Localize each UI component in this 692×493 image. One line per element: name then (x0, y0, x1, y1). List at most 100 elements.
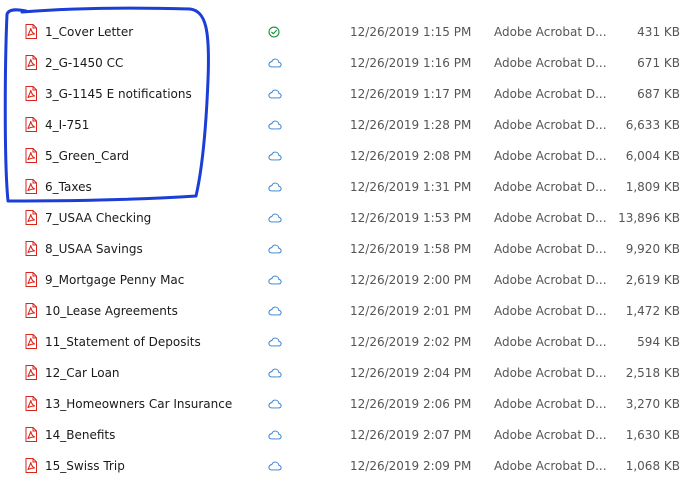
file-size: 2,518 KB (625, 366, 680, 380)
cloud-icon (268, 57, 282, 69)
cloud-icon (268, 305, 282, 317)
file-name[interactable]: 9_Mortgage Penny Mac (45, 273, 184, 287)
file-date-modified: 12/26/2019 2:08 PM (350, 149, 472, 163)
file-date-modified: 12/26/2019 2:06 PM (350, 397, 472, 411)
file-size: 9,920 KB (625, 242, 680, 256)
file-size: 13,896 KB (618, 211, 680, 225)
file-row[interactable]: 12_Car Loan 12/26/2019 2:04 PM Adobe Acrob… (0, 358, 692, 389)
file-name[interactable]: 13_Homeowners Car Insurance (45, 397, 232, 411)
pdf-file-icon (25, 241, 37, 256)
file-size: 1,809 KB (625, 180, 680, 194)
cloud-icon (268, 243, 282, 255)
file-name[interactable]: 12_Car Loan (45, 366, 120, 380)
file-type: Adobe Acrobat D... (494, 366, 607, 380)
file-date-modified: 12/26/2019 2:04 PM (350, 366, 472, 380)
file-size: 1,068 KB (625, 459, 680, 473)
file-type: Adobe Acrobat D... (494, 335, 607, 349)
file-date-modified: 12/26/2019 2:00 PM (350, 273, 472, 287)
file-type: Adobe Acrobat D... (494, 149, 607, 163)
file-type: Adobe Acrobat D... (494, 118, 607, 132)
file-name[interactable]: 6_Taxes (45, 180, 92, 194)
synced-check-icon (268, 26, 282, 38)
file-row[interactable]: 8_USAA Savings 12/26/2019 1:58 PM Adobe Ac… (0, 234, 692, 265)
file-name[interactable]: 10_Lease Agreements (45, 304, 178, 318)
cloud-icon (268, 181, 282, 193)
pdf-file-icon (25, 210, 37, 225)
file-date-modified: 12/26/2019 2:09 PM (350, 459, 472, 473)
file-row[interactable]: 9_Mortgage Penny Mac 12/26/2019 2:00 PM Ad… (0, 265, 692, 296)
pdf-file-icon (25, 148, 37, 163)
file-row[interactable]: 14_Benefits 12/26/2019 2:07 PM Adobe Acrob… (0, 420, 692, 451)
file-type: Adobe Acrobat D... (494, 428, 607, 442)
pdf-file-icon (25, 334, 37, 349)
file-name[interactable]: 7_USAA Checking (45, 211, 151, 225)
file-row[interactable]: 5_Green_Card 12/26/2019 2:08 PM Adobe Acro… (0, 141, 692, 172)
file-type: Adobe Acrobat D... (494, 273, 607, 287)
pdf-file-icon (25, 427, 37, 442)
pdf-file-icon (25, 396, 37, 411)
file-size: 3,270 KB (625, 397, 680, 411)
cloud-icon (268, 429, 282, 441)
cloud-icon (268, 212, 282, 224)
file-size: 1,630 KB (625, 428, 680, 442)
file-date-modified: 12/26/2019 2:01 PM (350, 304, 472, 318)
file-date-modified: 12/26/2019 1:31 PM (350, 180, 472, 194)
file-row[interactable]: 11_Statement of Deposits 12/26/2019 2:02 … (0, 327, 692, 358)
file-date-modified: 12/26/2019 1:28 PM (350, 118, 472, 132)
file-size: 2,619 KB (625, 273, 680, 287)
cloud-icon (268, 88, 282, 100)
file-size: 671 KB (637, 56, 680, 70)
cloud-icon (268, 119, 282, 131)
file-size: 1,472 KB (625, 304, 680, 318)
file-row[interactable]: 6_Taxes 12/26/2019 1:31 PM Adobe Acrobat D… (0, 172, 692, 203)
file-type: Adobe Acrobat D... (494, 211, 607, 225)
pdf-file-icon (25, 117, 37, 132)
pdf-file-icon (25, 55, 37, 70)
cloud-icon (268, 398, 282, 410)
pdf-file-icon (25, 24, 37, 39)
pdf-file-icon (25, 458, 37, 473)
file-size: 687 KB (637, 87, 680, 101)
file-name[interactable]: 11_Statement of Deposits (45, 335, 201, 349)
file-name[interactable]: 4_I-751 (45, 118, 89, 132)
file-date-modified: 12/26/2019 1:58 PM (350, 242, 472, 256)
file-name[interactable]: 14_Benefits (45, 428, 115, 442)
cloud-icon (268, 367, 282, 379)
file-type: Adobe Acrobat D... (494, 459, 607, 473)
file-size: 431 KB (637, 25, 680, 39)
cloud-icon (268, 274, 282, 286)
file-name[interactable]: 1_Cover Letter (45, 25, 133, 39)
pdf-file-icon (25, 365, 37, 380)
cloud-icon (268, 460, 282, 472)
cloud-icon (268, 336, 282, 348)
file-row[interactable]: 10_Lease Agreements 12/26/2019 2:01 PM Ado… (0, 296, 692, 327)
file-size: 594 KB (637, 335, 680, 349)
file-row[interactable]: 4_I-751 12/26/2019 1:28 PM Adobe Acrobat D… (0, 110, 692, 141)
file-name[interactable]: 15_Swiss Trip (45, 459, 125, 473)
file-row[interactable]: 1_Cover Letter 12/26/2019 1:15 PM Adobe Ac… (0, 17, 692, 48)
file-size: 6,004 KB (625, 149, 680, 163)
file-type: Adobe Acrobat D... (494, 397, 607, 411)
file-type: Adobe Acrobat D... (494, 87, 607, 101)
file-name[interactable]: 8_USAA Savings (45, 242, 143, 256)
pdf-file-icon (25, 272, 37, 287)
file-date-modified: 12/26/2019 1:17 PM (350, 87, 472, 101)
file-row[interactable]: 15_Swiss Trip 12/26/2019 2:09 PM Adobe Acr… (0, 451, 692, 482)
file-row[interactable]: 7_USAA Checking 12/26/2019 1:53 PM Adobe A… (0, 203, 692, 234)
file-name[interactable]: 2_G-1450 CC (45, 56, 123, 70)
file-row[interactable]: 2_G-1450 CC 12/26/2019 1:16 PM Adobe Acrob… (0, 48, 692, 79)
file-type: Adobe Acrobat D... (494, 180, 607, 194)
file-row[interactable]: 13_Homeowners Car Insurance 12/26/2019 2:… (0, 389, 692, 420)
file-name[interactable]: 5_Green_Card (45, 149, 129, 163)
file-type: Adobe Acrobat D... (494, 56, 607, 70)
file-type: Adobe Acrobat D... (494, 25, 607, 39)
pdf-file-icon (25, 86, 37, 101)
pdf-file-icon (25, 303, 37, 318)
file-row[interactable]: 3_G-1145 E notifications 12/26/2019 1:17 … (0, 79, 692, 110)
cloud-icon (268, 150, 282, 162)
file-size: 6,633 KB (625, 118, 680, 132)
file-list: 1_Cover Letter 12/26/2019 1:15 PM Adobe Ac… (0, 17, 692, 482)
file-name[interactable]: 3_G-1145 E notifications (45, 87, 192, 101)
file-type: Adobe Acrobat D... (494, 304, 607, 318)
file-type: Adobe Acrobat D... (494, 242, 607, 256)
